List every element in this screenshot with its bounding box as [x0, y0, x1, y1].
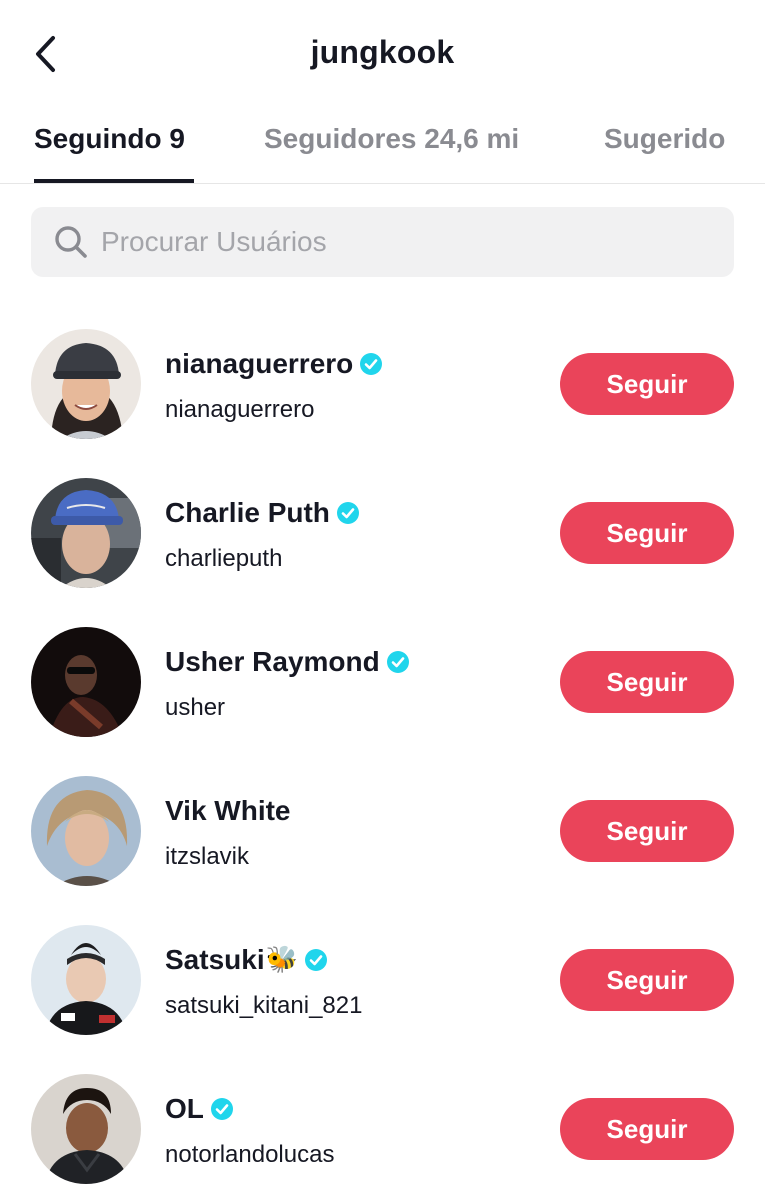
display-name: Usher Raymond — [165, 646, 380, 677]
tab-following[interactable]: Seguindo 9 — [34, 123, 185, 155]
display-name: nianaguerrero — [165, 348, 354, 379]
avatar[interactable] — [31, 329, 141, 439]
follow-button[interactable]: Seguir — [560, 353, 734, 415]
list-item[interactable]: Charlie Puth charlieputh Seguir — [0, 459, 765, 608]
display-name: Charlie Puth — [165, 497, 330, 528]
user-handle[interactable]: charlieputh — [165, 545, 282, 573]
user-name[interactable]: Usher Raymond — [165, 646, 409, 678]
search-icon — [55, 226, 87, 258]
header-bar: jungkook — [0, 0, 765, 105]
user-name[interactable]: Satsuki 🐝 — [165, 944, 327, 976]
avatar[interactable] — [31, 1074, 141, 1184]
list-item[interactable]: Usher Raymond usher Seguir — [0, 608, 765, 757]
verified-badge-icon — [304, 949, 327, 971]
following-list: nianaguerrero nianaguerrero Seguir Charl… — [0, 310, 765, 1204]
user-handle[interactable]: itzslavik — [165, 843, 249, 871]
avatar[interactable] — [31, 627, 141, 737]
search-input[interactable] — [101, 207, 701, 277]
follow-button[interactable]: Seguir — [560, 1098, 734, 1160]
list-item[interactable]: Vik White itzslavik Seguir — [0, 757, 765, 906]
user-handle[interactable]: satsuki_kitani_821 — [165, 992, 362, 1020]
avatar[interactable] — [31, 776, 141, 886]
user-name[interactable]: OL — [165, 1093, 233, 1125]
page-title: jungkook — [310, 34, 455, 70]
follow-button[interactable]: Seguir — [560, 502, 734, 564]
display-name: Satsuki — [165, 944, 265, 975]
list-item[interactable]: OL notorlandolucas Seguir — [0, 1055, 765, 1204]
user-handle[interactable]: notorlandolucas — [165, 1141, 334, 1169]
list-item[interactable]: nianaguerrero nianaguerrero Seguir — [0, 310, 765, 459]
user-name[interactable]: Charlie Puth — [165, 497, 359, 529]
user-name[interactable]: nianaguerrero — [165, 348, 383, 380]
active-tab-indicator — [34, 179, 194, 183]
tab-suggested[interactable]: Sugerido — [604, 123, 725, 155]
avatar[interactable] — [31, 925, 141, 1035]
display-name: Vik White — [165, 795, 291, 826]
verified-badge-icon — [360, 353, 383, 375]
tab-followers[interactable]: Seguidores 24,6 mi — [264, 123, 519, 155]
follow-button[interactable]: Seguir — [560, 800, 734, 862]
verified-badge-icon — [336, 502, 359, 524]
follow-button[interactable]: Seguir — [560, 949, 734, 1011]
search-bar[interactable] — [31, 207, 734, 277]
list-item[interactable]: Satsuki 🐝 satsuki_kitani_821 Seguir — [0, 906, 765, 1055]
verified-badge-icon — [386, 651, 409, 673]
bee-emoji-icon: 🐝 — [265, 945, 298, 975]
tab-bar: Seguindo 9 Seguidores 24,6 mi Sugerido — [0, 105, 765, 184]
user-handle[interactable]: nianaguerrero — [165, 396, 314, 424]
user-handle[interactable]: usher — [165, 694, 225, 722]
user-name[interactable]: Vik White — [165, 795, 291, 827]
display-name: OL — [165, 1093, 204, 1124]
verified-badge-icon — [210, 1098, 233, 1120]
avatar[interactable] — [31, 478, 141, 588]
follow-button[interactable]: Seguir — [560, 651, 734, 713]
